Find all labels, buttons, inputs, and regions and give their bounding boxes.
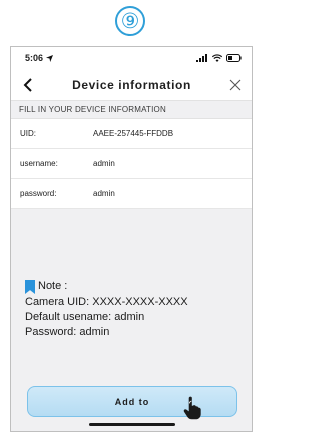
status-time: 5:06 (25, 53, 54, 63)
step-number-badge: ⑨ (115, 6, 145, 36)
home-indicator[interactable] (89, 423, 175, 426)
section-header: FILL IN YOUR DEVICE INFORMATION (11, 101, 252, 119)
status-time-text: 5:06 (25, 53, 44, 63)
add-to-button[interactable]: Add to (27, 386, 237, 417)
uid-row: UID: AAEE-257445-FFDDB (11, 119, 252, 149)
username-label: username: (20, 159, 58, 168)
note-heading-row: Note : (25, 279, 188, 294)
back-button[interactable] (19, 76, 37, 94)
navigation-bar: Device information (11, 69, 252, 101)
note-heading: Note : (38, 280, 68, 292)
uid-label: UID: (20, 129, 36, 138)
note-line-uid: Camera UID: XXXX-XXXX-XXXX (25, 296, 188, 308)
note-block: Note : Camera UID: XXXX-XXXX-XXXX Defaul… (25, 279, 188, 340)
password-label: password: (20, 189, 57, 198)
username-field[interactable]: admin (93, 159, 252, 168)
phone-screen: 5:06 Device information FILL IN YOUR DEV… (10, 46, 253, 432)
back-chevron-icon (23, 77, 32, 92)
signal-icon (196, 54, 207, 62)
uid-field[interactable]: AAEE-257445-FFDDB (93, 129, 252, 138)
password-field[interactable]: admin (93, 189, 252, 198)
note-line-password: Password: admin (25, 326, 110, 338)
close-icon (229, 79, 241, 90)
close-button[interactable] (226, 76, 244, 94)
status-bar: 5:06 (11, 47, 252, 69)
note-line-username: Default usename: admin (25, 311, 145, 323)
pointing-hand-icon (183, 396, 201, 420)
bookmark-icon (25, 280, 35, 294)
status-icons (196, 54, 242, 62)
wifi-icon (212, 54, 222, 62)
location-arrow-icon (46, 54, 54, 62)
battery-icon (226, 54, 242, 62)
password-row: password: admin (11, 179, 252, 209)
username-row: username: admin (11, 149, 252, 179)
page-title: Device information (72, 77, 191, 92)
